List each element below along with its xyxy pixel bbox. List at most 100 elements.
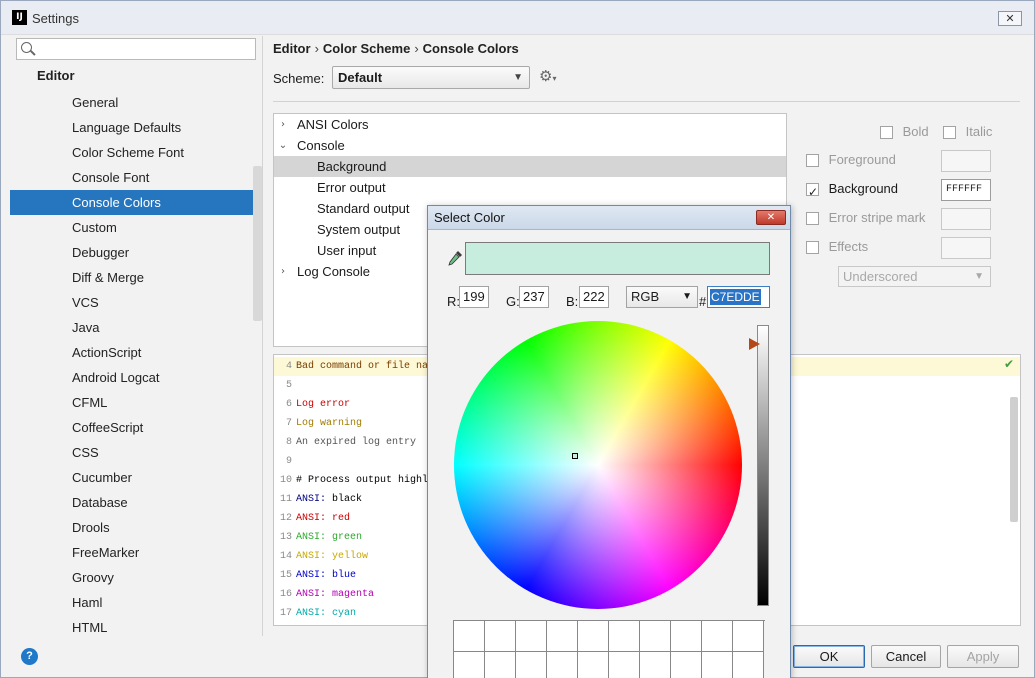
brightness-slider[interactable] [757, 325, 769, 606]
background-checkbox[interactable] [806, 181, 819, 203]
recent-color-cell[interactable] [671, 621, 702, 652]
sidebar-item-coffeescript[interactable]: CoffeeScript [10, 415, 262, 440]
color-mode-select[interactable]: RGB ▼ [626, 286, 698, 308]
recent-color-cell[interactable] [702, 621, 733, 652]
recent-color-cell[interactable] [485, 652, 516, 678]
sidebar-item-debugger[interactable]: Debugger [10, 240, 262, 265]
g-input[interactable]: 237 [519, 286, 549, 308]
brightness-slider-thumb[interactable] [749, 338, 760, 350]
recent-color-cell[interactable] [578, 652, 609, 678]
line-number: 17 [279, 608, 292, 619]
recent-color-cell[interactable] [454, 621, 485, 652]
error-stripe-color-field[interactable] [941, 208, 991, 230]
close-icon[interactable]: ✕ [998, 11, 1022, 26]
line-number: 5 [285, 380, 292, 391]
recent-color-cell[interactable] [702, 652, 733, 678]
recent-color-cell[interactable] [516, 652, 547, 678]
effect-type-select[interactable]: Underscored ▼ [838, 266, 991, 287]
foreground-option[interactable]: Foreground [806, 149, 896, 171]
recent-color-cell[interactable] [485, 621, 516, 652]
sidebar-item-custom[interactable]: Custom [10, 215, 262, 240]
background-option[interactable]: Background [806, 178, 898, 203]
scheme-label: Scheme: [273, 71, 325, 86]
color-wheel[interactable] [454, 321, 742, 609]
sidebar-item-database[interactable]: Database [10, 490, 262, 515]
sidebar-item-java[interactable]: Java [10, 315, 262, 340]
preview-scrollbar[interactable] [1010, 397, 1018, 522]
r-input[interactable]: 199 [459, 286, 489, 308]
sidebar-item-console-colors[interactable]: Console Colors [10, 190, 262, 215]
recent-color-cell[interactable] [733, 621, 764, 652]
sidebar-item-diff-merge[interactable]: Diff & Merge [10, 265, 262, 290]
error-stripe-option[interactable]: Error stripe mark [806, 207, 925, 229]
italic-option[interactable]: Italic [943, 121, 992, 143]
sidebar-item-android-logcat[interactable]: Android Logcat [10, 365, 262, 390]
ok-button[interactable]: OK [793, 645, 865, 668]
sidebar-item-language-defaults[interactable]: Language Defaults [10, 115, 262, 140]
settings-search[interactable] [16, 38, 256, 60]
search-input[interactable] [37, 40, 251, 58]
sidebar-item-css[interactable]: CSS [10, 440, 262, 465]
sidebar-item-freemarker[interactable]: FreeMarker [10, 540, 262, 565]
recent-color-cell[interactable] [547, 621, 578, 652]
help-button[interactable]: ? [21, 648, 38, 665]
italic-checkbox[interactable] [943, 126, 956, 140]
tree-item-label: Console [297, 138, 345, 153]
dialog-title-bar[interactable]: Select Color ✕ [428, 206, 790, 230]
line-text: Log error [296, 399, 351, 410]
sidebar-item-cucumber[interactable]: Cucumber [10, 465, 262, 490]
sidebar-item-groovy[interactable]: Groovy [10, 565, 262, 590]
sidebar-item-actionscript[interactable]: ActionScript [10, 340, 262, 365]
window-title: Settings [32, 11, 79, 26]
sidebar-scrollbar[interactable] [253, 166, 262, 321]
recent-color-cell[interactable] [609, 621, 640, 652]
sidebar-item-cfml[interactable]: CFML [10, 390, 262, 415]
effects-color-field[interactable] [941, 237, 991, 259]
foreground-color-field[interactable] [941, 150, 991, 172]
apply-button[interactable]: Apply [947, 645, 1019, 668]
recent-color-cell[interactable] [640, 621, 671, 652]
recent-color-cell[interactable] [547, 652, 578, 678]
recent-color-cell[interactable] [671, 652, 702, 678]
sidebar-item-general[interactable]: General [10, 90, 262, 115]
scheme-select[interactable]: Default ▼ [332, 66, 530, 89]
recent-color-cell[interactable] [609, 652, 640, 678]
chevron-right-icon[interactable]: › [277, 114, 289, 135]
tree-item-console[interactable]: ⌄ Console [274, 135, 786, 156]
chevron-down-icon[interactable]: ⌄ [277, 135, 289, 156]
color-wheel-marker[interactable] [572, 453, 578, 459]
sidebar-section-editor[interactable]: Editor [37, 68, 75, 83]
background-color-field[interactable]: FFFFFF [941, 179, 991, 201]
recent-color-cell[interactable] [516, 621, 547, 652]
sidebar-item-drools[interactable]: Drools [10, 515, 262, 540]
tree-item-error-output[interactable]: Error output [274, 177, 786, 198]
sidebar-item-color-scheme-font[interactable]: Color Scheme Font [10, 140, 262, 165]
tree-item-background[interactable]: Background [274, 156, 786, 177]
sidebar-item-haml[interactable]: Haml [10, 590, 262, 615]
sidebar-item-vcs[interactable]: VCS [10, 290, 262, 315]
sidebar-item-html[interactable]: HTML [10, 615, 262, 636]
b-input[interactable]: 222 [579, 286, 609, 308]
chevron-right-icon[interactable]: › [277, 261, 289, 282]
divider [273, 101, 1020, 102]
error-stripe-checkbox[interactable] [806, 212, 819, 226]
recent-color-cell[interactable] [640, 652, 671, 678]
eyedropper-icon[interactable] [447, 250, 463, 266]
sidebar-item-console-font[interactable]: Console Font [10, 165, 262, 190]
cancel-button[interactable]: Cancel [871, 645, 941, 668]
foreground-checkbox[interactable] [806, 154, 819, 168]
tree-item-ansi-colors[interactable]: › ANSI Colors [274, 114, 786, 135]
effects-checkbox[interactable] [806, 241, 819, 255]
gear-icon[interactable]: ⚙▾ [539, 68, 561, 86]
line-text: Log warning [296, 418, 363, 429]
recent-color-cell[interactable] [578, 621, 609, 652]
breadcrumb-separator: › [314, 41, 319, 56]
select-color-dialog: Select Color ✕ R: 199 G: 237 B: 222 RGB … [427, 205, 791, 678]
bold-checkbox[interactable] [880, 126, 893, 140]
recent-color-cell[interactable] [454, 652, 485, 678]
close-icon[interactable]: ✕ [756, 210, 786, 225]
recent-color-cell[interactable] [733, 652, 764, 678]
hex-input[interactable]: C7EDDE [707, 286, 770, 308]
bold-option[interactable]: Bold [880, 121, 929, 143]
effects-option[interactable]: Effects [806, 236, 868, 258]
